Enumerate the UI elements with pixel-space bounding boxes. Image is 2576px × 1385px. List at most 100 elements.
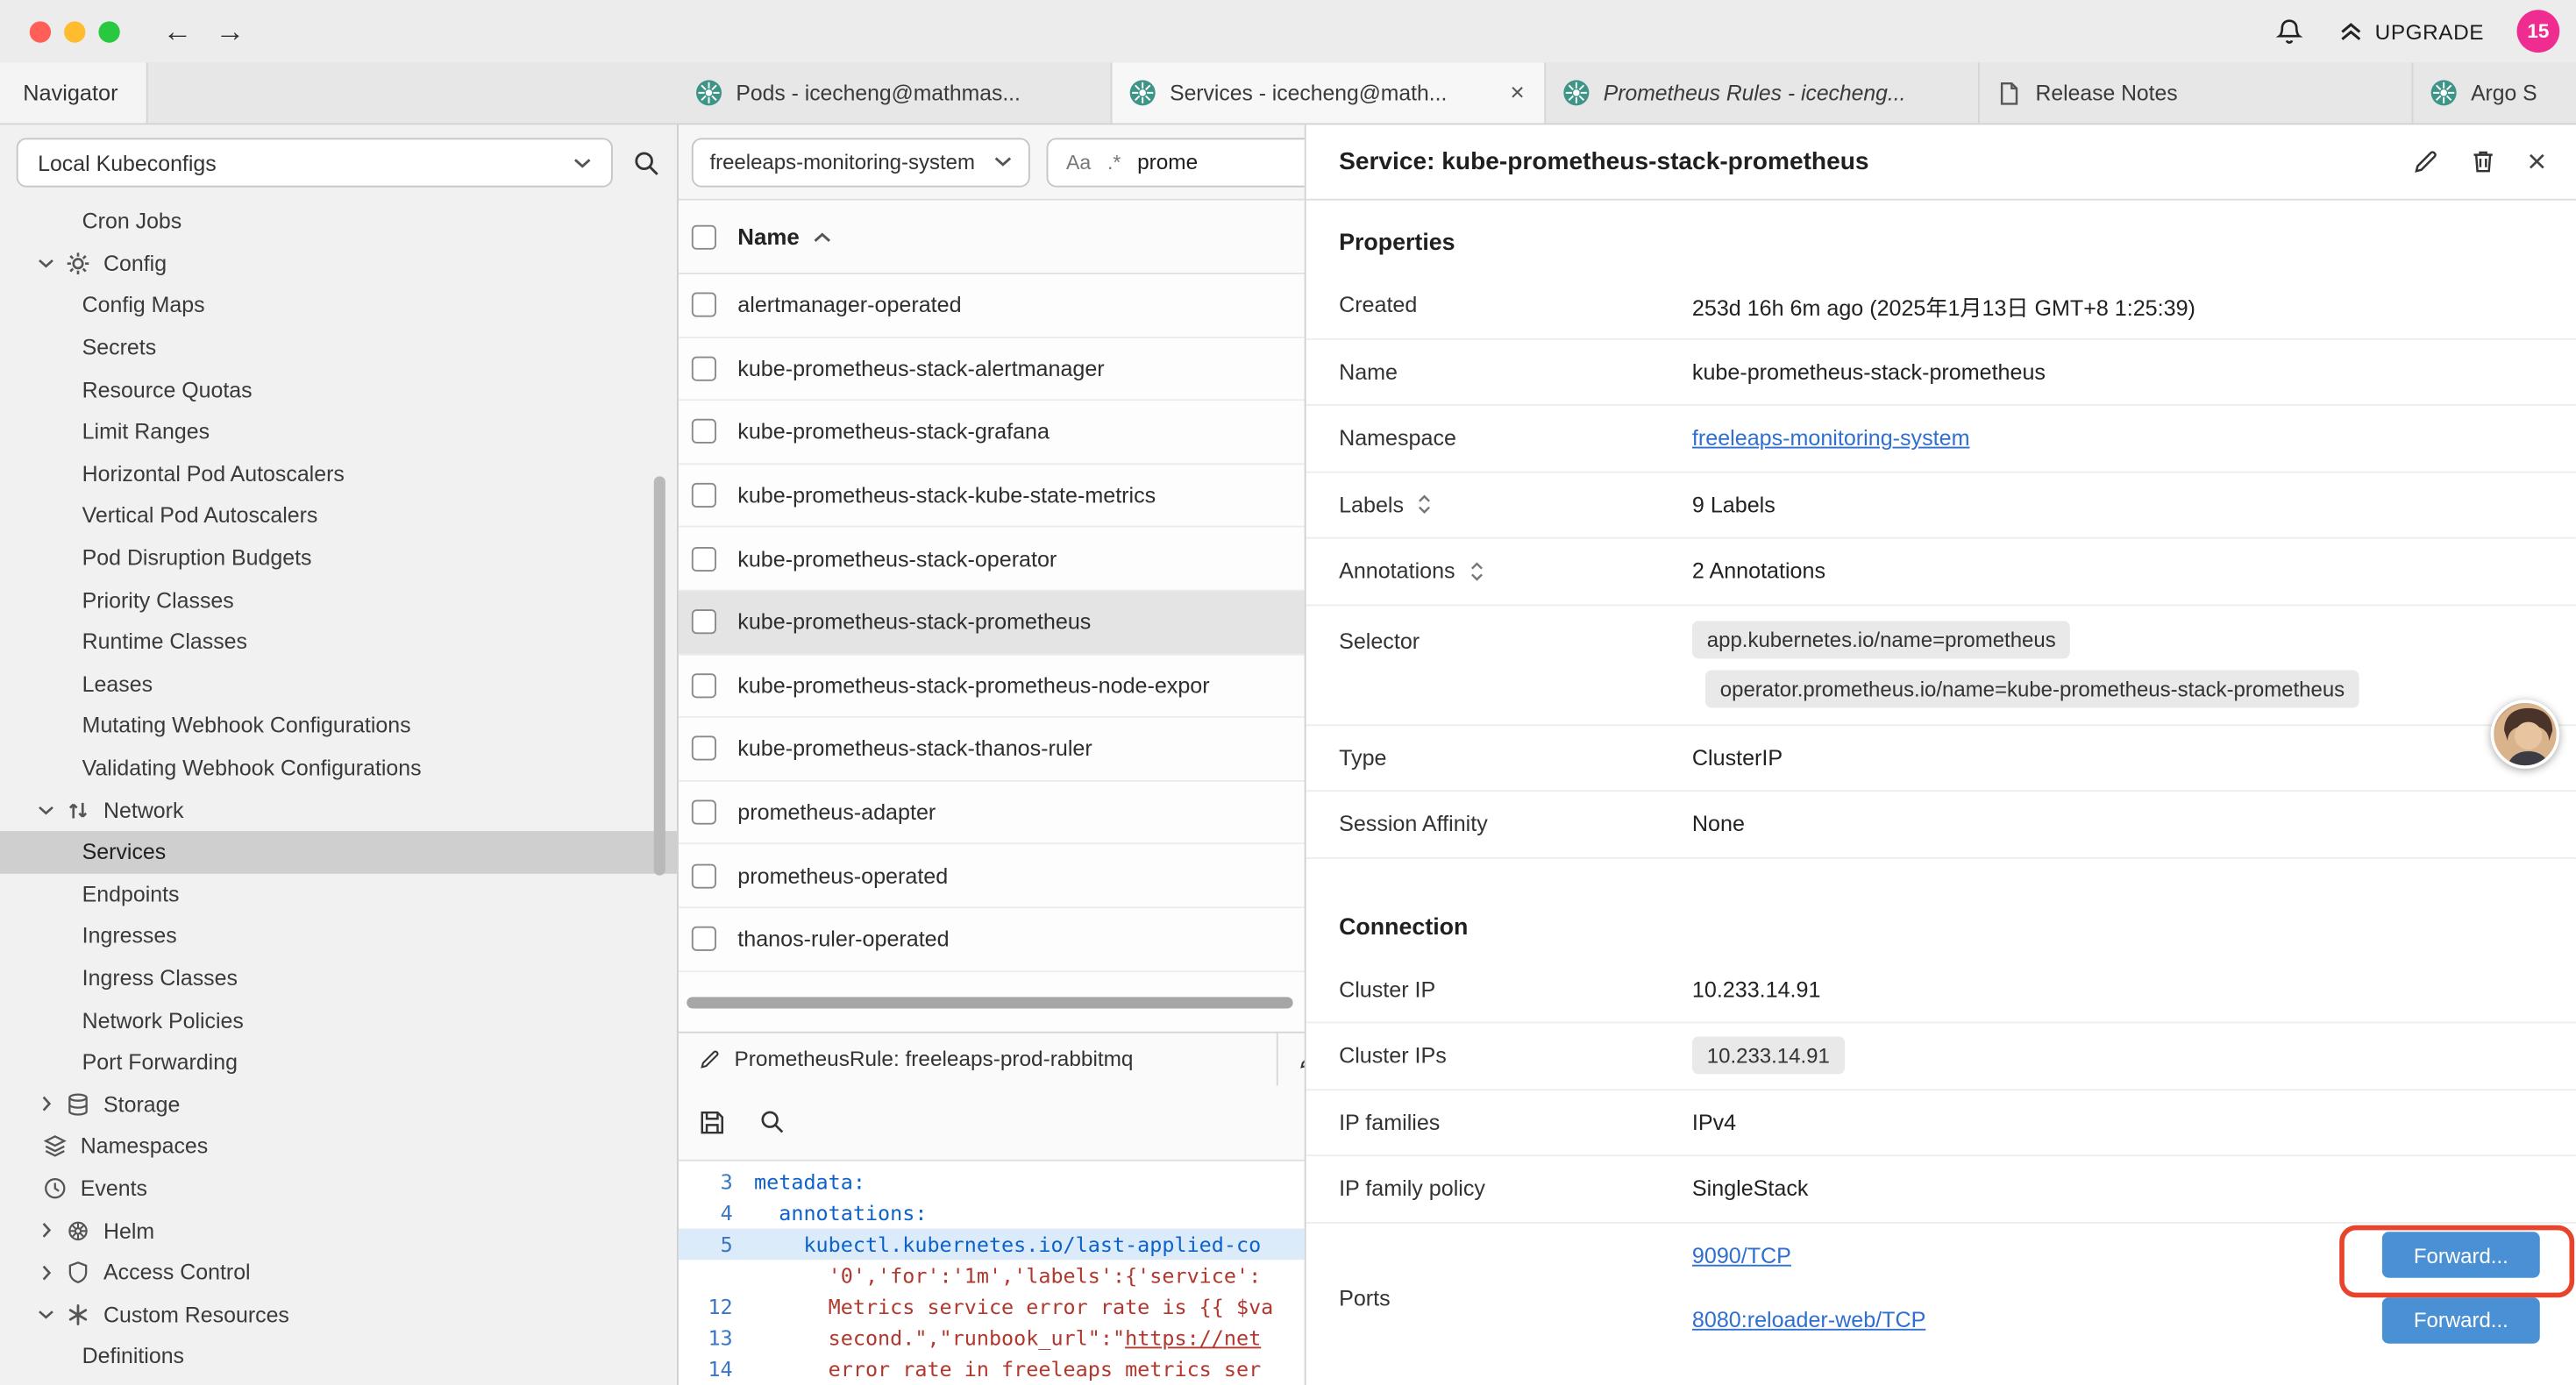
upgrade-button[interactable]: UPGRADE [2338,18,2484,45]
zoom-window-button[interactable] [98,20,119,41]
table-row[interactable]: thanos-ruler-operated [679,908,1305,971]
notification-count-badge[interactable]: 15 [2517,10,2560,53]
sidebar-item-namespaces[interactable]: Namespaces [0,1126,677,1168]
chevron-right-icon[interactable] [36,1222,55,1239]
forward-button[interactable]: Forward... [2382,1232,2540,1278]
sidebar-item-limit-ranges[interactable]: Limit Ranges [0,410,677,452]
table-row[interactable]: alertmanager-operated [679,274,1305,337]
forward-button[interactable]: → [215,14,245,48]
sidebar-item-resource-quotas[interactable]: Resource Quotas [0,368,677,410]
sidebar-item-storage[interactable]: Storage [0,1083,677,1126]
sidebar-item-runtime-classes[interactable]: Runtime Classes [0,621,677,663]
sidebar-search-icon[interactable] [632,149,660,177]
name-column-header[interactable]: Name [737,224,799,249]
sidebar-item-secrets[interactable]: Secrets [0,326,677,368]
sidebar-scrollbar[interactable] [654,476,665,875]
save-icon[interactable] [698,1108,726,1136]
row-checkbox[interactable] [692,863,716,888]
sidebar-item-vertical-pod-autoscalers[interactable]: Vertical Pod Autoscalers [0,494,677,536]
row-checkbox[interactable] [692,673,716,698]
sidebar-item-helm[interactable]: Helm [0,1210,677,1252]
tab-pods[interactable]: Pods - icecheng@mathmas... [679,62,1113,123]
row-checkbox[interactable] [692,546,716,571]
sidebar-item-leases[interactable]: Leases [0,663,677,705]
close-tab-icon[interactable]: × [1507,79,1528,107]
sidebar-item-horizontal-pod-autoscalers[interactable]: Horizontal Pod Autoscalers [0,452,677,494]
chevron-down-icon[interactable] [36,804,55,815]
close-window-button[interactable] [30,20,51,41]
sidebar-item-ingress-classes[interactable]: Ingress Classes [0,957,677,999]
avatar[interactable] [2491,700,2560,769]
horizontal-scrollbar-thumb[interactable] [687,996,1292,1007]
detail-value[interactable]: 9 Labels [1692,493,2537,517]
kubeconfig-selector[interactable]: Local Kubeconfigs [17,138,613,187]
sidebar-item-definitions[interactable]: Definitions [0,1335,677,1377]
table-row[interactable]: prometheus-operated [679,845,1305,908]
navigator-panel-tab[interactable]: Navigator [0,62,148,123]
match-case-toggle[interactable]: Aa [1066,150,1091,173]
sidebar-item-pod-disruption-budgets[interactable]: Pod Disruption Budgets [0,536,677,579]
namespace-link[interactable]: freeleaps-monitoring-system [1692,426,1970,451]
editor-tab-next[interactable] [1278,1033,1305,1085]
chevron-down-icon[interactable] [36,1309,55,1320]
row-checkbox[interactable] [692,800,716,825]
row-checkbox[interactable] [692,293,716,317]
sidebar-item-port-forwarding[interactable]: Port Forwarding [0,1041,677,1083]
tab-prometheus-rules[interactable]: Prometheus Rules - icecheng... [1546,62,1980,123]
minimize-window-button[interactable] [64,20,85,41]
expand-collapse-icon[interactable] [1469,559,1485,582]
search-input[interactable]: prome [1137,150,1198,174]
sidebar-item-cron-jobs[interactable]: Cron Jobs [0,201,677,243]
table-row[interactable]: kube-prometheus-stack-prometheus-node-ex… [679,655,1305,718]
row-checkbox[interactable] [692,356,716,380]
yaml-editor[interactable]: 3metadata: 4 annotations: 5 kubectl.kube… [679,1161,1305,1385]
sidebar-item-endpoints[interactable]: Endpoints [0,873,677,915]
sidebar-item-ingresses[interactable]: Ingresses [0,915,677,957]
trash-icon[interactable] [2470,148,2498,176]
sidebar-item-access-control[interactable]: Access Control [0,1251,677,1293]
regex-toggle[interactable]: .* [1107,150,1121,173]
tab-release-notes[interactable]: Release Notes [1980,62,2414,123]
tab-argo[interactable]: Argo S [2413,62,2575,123]
back-button[interactable]: ← [162,14,192,48]
chevron-right-icon[interactable] [36,1264,55,1281]
select-all-checkbox[interactable] [692,224,716,249]
row-checkbox[interactable] [692,420,716,444]
table-row[interactable]: kube-prometheus-stack-thanos-ruler [679,718,1305,781]
namespace-filter-select[interactable]: freeleaps-monitoring-system [692,137,1030,186]
table-row[interactable]: prometheus-adapter [679,781,1305,844]
sidebar-item-validating-webhook-configurations[interactable]: Validating Webhook Configurations [0,747,677,789]
list-search-box[interactable]: Aa .* prome [1047,137,1305,186]
detail-value[interactable]: 2 Annotations [1692,559,2537,584]
editor-search-icon[interactable] [759,1109,786,1135]
expand-collapse-icon[interactable] [1417,494,1434,516]
forward-button[interactable]: Forward... [2382,1297,2540,1343]
editor-tab-prometheusrule[interactable]: PrometheusRule: freeleaps-prod-rabbitmq [679,1033,1278,1085]
row-checkbox[interactable] [692,610,716,635]
sidebar-item-mutating-webhook-configurations[interactable]: Mutating Webhook Configurations [0,705,677,747]
url-link[interactable]: https://net [1125,1321,1261,1353]
tab-services[interactable]: Services - icecheng@math... × [1113,62,1547,123]
table-row-selected[interactable]: kube-prometheus-stack-prometheus [679,591,1305,654]
port-link[interactable]: 9090/TCP [1692,1243,1791,1268]
sidebar-item-network-policies[interactable]: Network Policies [0,999,677,1041]
sidebar-item-services[interactable]: Services [0,831,677,873]
row-checkbox[interactable] [692,483,716,508]
sidebar-item-priority-classes[interactable]: Priority Classes [0,579,677,621]
sidebar-item-custom-resources[interactable]: Custom Resources [0,1293,677,1335]
chevron-right-icon[interactable] [36,1096,55,1112]
sidebar-item-config[interactable]: Config [0,243,677,285]
notifications-bell-icon[interactable] [2273,16,2304,47]
sort-ascending-icon[interactable] [813,231,831,242]
port-link[interactable]: 8080:reloader-web/TCP [1692,1308,1925,1332]
row-checkbox[interactable] [692,736,716,761]
sidebar-item-events[interactable]: Events [0,1168,677,1210]
close-drawer-icon[interactable]: × [2527,146,2546,178]
edit-pencil-icon[interactable] [2412,148,2440,176]
row-checkbox[interactable] [692,927,716,951]
sidebar-item-config-maps[interactable]: Config Maps [0,285,677,327]
chevron-down-icon[interactable] [36,258,55,269]
table-row[interactable]: kube-prometheus-stack-operator [679,528,1305,591]
table-row[interactable]: kube-prometheus-stack-kube-state-metrics [679,465,1305,528]
table-row[interactable]: kube-prometheus-stack-alertmanager [679,337,1305,401]
